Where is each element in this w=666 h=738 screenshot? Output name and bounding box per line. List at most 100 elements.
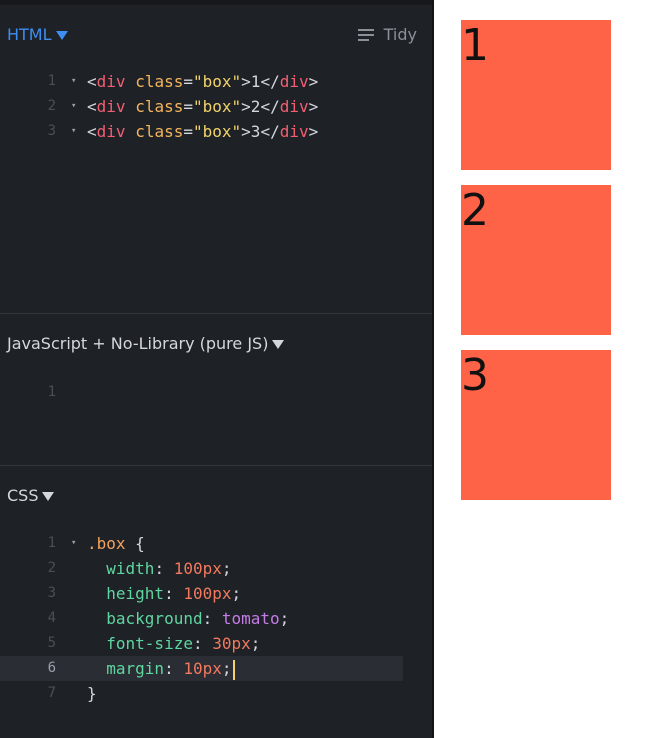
box-label: 1 <box>461 20 489 71</box>
code-token: margin <box>106 659 165 678</box>
code-line[interactable]: 5 font-size: 30px; <box>0 631 432 656</box>
code-token: class <box>135 122 184 141</box>
fold-triangle-icon[interactable]: ▾ <box>71 531 76 556</box>
code-token: class <box>135 97 184 116</box>
code-line[interactable]: 1 <box>0 380 432 405</box>
code-line[interactable]: 7} <box>0 681 432 706</box>
code-text: font-size: 30px; <box>87 631 260 656</box>
code-line[interactable]: 4 background: tomato; <box>0 606 432 631</box>
triangle-down-icon <box>42 491 55 501</box>
code-token: > <box>308 72 319 91</box>
code-token: >3</ <box>241 122 280 141</box>
line-number: 1 <box>47 535 56 551</box>
code-token: >2</ <box>241 97 280 116</box>
code-token: tomato <box>221 609 280 628</box>
code-line[interactable]: 1 ▾ <div class="box">1</div> <box>0 69 432 94</box>
code-text: .box { <box>87 531 145 556</box>
code-text: <div class="box">2</div> <box>87 94 318 119</box>
code-line[interactable]: 1 ▾ .box { <box>0 531 432 556</box>
code-token: div <box>96 97 126 116</box>
code-token: : <box>192 634 213 653</box>
code-token: < <box>87 72 97 91</box>
code-token: div <box>96 122 126 141</box>
html-panel-menu[interactable]: HTML <box>7 25 68 44</box>
code-token: { <box>125 534 145 553</box>
code-token: >1</ <box>241 72 280 91</box>
fold-triangle-icon[interactable]: ▾ <box>71 94 76 119</box>
code-token: ; <box>250 634 261 653</box>
code-token: background <box>106 609 203 628</box>
code-token: 100px <box>183 584 232 603</box>
text-cursor <box>232 659 235 680</box>
code-token: div <box>279 122 309 141</box>
line-number: 7 <box>47 685 56 701</box>
js-panel: JavaScript + No-Library (pure JS) 1 <box>0 314 432 465</box>
html-panel-title: HTML <box>7 25 52 44</box>
code-token: "box" <box>193 97 242 116</box>
code-token: : <box>154 559 174 578</box>
code-line[interactable]: 6 margin: 10px; <box>0 656 403 681</box>
code-token: > <box>308 97 319 116</box>
result-pane: 1 2 3 <box>434 5 666 738</box>
html-code-area[interactable]: 1 ▾ <div class="box">1</div> 2 ▾ <div class="… <box>0 69 432 144</box>
code-token: div <box>279 97 309 116</box>
line-number: 6 <box>47 660 56 676</box>
code-editor-pane: HTML Tidy 1 ▾ <div class="box">1</div> 2 ▾ <d… <box>0 0 432 738</box>
line-number: 3 <box>47 585 56 601</box>
code-token: = <box>183 97 193 116</box>
tidy-button[interactable]: Tidy <box>357 25 417 44</box>
code-token: "box" <box>193 72 242 91</box>
code-text: height: 100px; <box>87 581 241 606</box>
code-line[interactable]: 3 ▾ <div class="box">3</div> <box>0 119 432 144</box>
code-token: < <box>87 122 97 141</box>
code-text: margin: 10px; <box>87 656 235 681</box>
triangle-down-icon <box>272 339 285 349</box>
line-number: 1 <box>47 73 56 89</box>
code-token: = <box>183 122 193 141</box>
triangle-down-icon <box>55 30 68 40</box>
code-token: font-size <box>106 634 193 653</box>
result-box: 2 <box>461 185 611 335</box>
code-token: } <box>87 684 97 703</box>
code-text: <div class="box">1</div> <box>87 69 318 94</box>
box-label: 3 <box>461 350 489 401</box>
fold-triangle-icon[interactable]: ▾ <box>71 119 76 144</box>
code-line[interactable]: 3 height: 100px; <box>0 581 432 606</box>
code-token: .box <box>87 534 126 553</box>
line-number: 1 <box>47 384 56 400</box>
result-box: 1 <box>461 20 611 170</box>
code-token: < <box>87 97 97 116</box>
css-panel-menu[interactable]: CSS <box>7 486 55 505</box>
html-panel: HTML Tidy 1 ▾ <div class="box">1</div> 2 ▾ <d… <box>0 5 432 313</box>
code-token: div <box>279 72 309 91</box>
fold-triangle-icon[interactable]: ▾ <box>71 69 76 94</box>
code-token: : <box>164 659 184 678</box>
code-text: width: 100px; <box>87 556 232 581</box>
css-panel-title: CSS <box>7 486 39 505</box>
js-code-area[interactable]: 1 <box>0 380 432 405</box>
js-panel-menu[interactable]: JavaScript + No-Library (pure JS) <box>7 334 285 353</box>
line-number: 5 <box>47 635 56 651</box>
code-token: : <box>202 609 222 628</box>
lines-icon <box>357 28 374 41</box>
code-token: ; <box>221 659 232 678</box>
css-code-area[interactable]: 1 ▾ .box {2 width: 100px; 3 height: 100px; 4… <box>0 531 432 706</box>
code-token: "box" <box>193 122 242 141</box>
box-label: 2 <box>461 185 489 236</box>
code-token: ; <box>221 559 232 578</box>
code-line[interactable]: 2 ▾ <div class="box">2</div> <box>0 94 432 119</box>
code-line[interactable]: 2 width: 100px; <box>0 556 432 581</box>
code-token: class <box>135 72 184 91</box>
line-number: 4 <box>47 610 56 626</box>
code-text: <div class="box">3</div> <box>87 119 318 144</box>
code-token: div <box>96 72 126 91</box>
code-token: 30px <box>212 634 251 653</box>
